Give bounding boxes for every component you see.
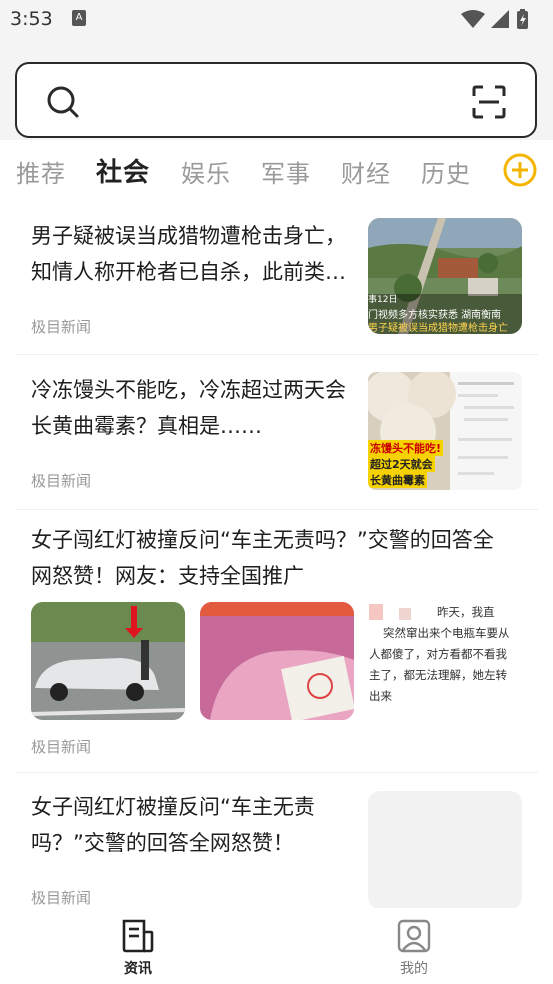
category-tabs: 推荐 社会 娱乐 军事 财经 历史	[0, 140, 553, 200]
divider	[16, 509, 538, 510]
thumb-caption: 长黄曲霉素	[368, 472, 427, 488]
scan-icon[interactable]	[471, 84, 507, 120]
status-bar: 3:53 A	[0, 0, 553, 40]
divider	[16, 354, 538, 355]
news-title: 女子闯红灯被撞反问“车主无责吗？”交警的回答全 网怒赞！网友：支持全国推广	[31, 528, 494, 588]
divider	[16, 772, 538, 773]
news-image[interactable]	[31, 602, 185, 720]
status-time: 3:53	[10, 8, 53, 30]
newspaper-icon	[122, 919, 154, 953]
search-box[interactable]	[15, 62, 537, 138]
nav-me-label: 我的	[400, 961, 428, 977]
news-source: 极目新闻	[31, 889, 92, 907]
news-item[interactable]: 冷冻馒头不能吃，冷冻超过两天会 长黄曲霉素？真相是…… 极目新闻 冻馒头不能吃!…	[16, 372, 538, 508]
tab-society[interactable]: 社会	[96, 152, 150, 189]
news-thumbnail[interactable]: 冻馒头不能吃! 超过2天就会 长黄曲霉素	[368, 372, 522, 490]
street-car-image	[31, 602, 185, 720]
screenshot-text: 昨天，我直 突然窜出来个电瓶车要从 人都傻了，对方看都不看我 主了，都无法理解，…	[369, 605, 510, 703]
news-thumbnail[interactable]: 事12日 门视频多方核实获悉 湖南衡南 男子疑被误当成猎物遭枪击身亡	[368, 218, 522, 334]
nav-news[interactable]: 资讯	[98, 918, 178, 978]
thumb-caption: 男子疑被误当成猎物遭枪击身亡	[368, 323, 508, 334]
thumb-caption: 超过2天就会	[368, 456, 435, 472]
system-status-icons	[461, 9, 528, 29]
search-icon[interactable]	[45, 84, 81, 120]
profile-icon	[397, 919, 431, 953]
news-item[interactable]: 男子疑被误当成猎物遭枪击身亡， 知情人称开枪者已自杀，此前类… 极目新闻 事12…	[16, 218, 538, 354]
hand-paper-image	[200, 602, 354, 720]
news-item[interactable]: 女子闯红灯被撞反问“车主无责吗？”交警的回答全 网怒赞！网友：支持全国推广 昨天…	[16, 522, 538, 772]
news-item[interactable]: 女子闯红灯被撞反问“车主无责 吗？”交警的回答全网怒赞！ 极目新闻	[16, 789, 538, 908]
news-source: 极目新闻	[31, 738, 92, 756]
signal-icon	[491, 10, 509, 28]
tab-finance[interactable]: 财经	[341, 154, 391, 189]
notification-a-icon: A	[72, 10, 86, 26]
nav-me[interactable]: 我的	[374, 918, 454, 978]
wifi-icon	[461, 10, 485, 28]
news-image[interactable]	[200, 602, 354, 720]
tab-military[interactable]: 军事	[261, 154, 311, 189]
add-channel-icon[interactable]	[502, 152, 538, 188]
news-title: 冷冻馒头不能吃，冷冻超过两天会 长黄曲霉素？真相是……	[31, 378, 346, 438]
tab-recommend[interactable]: 推荐	[16, 154, 66, 189]
news-thumbnail-placeholder[interactable]	[368, 791, 522, 908]
news-source: 极目新闻	[31, 472, 92, 490]
bottom-nav: 资讯 我的	[0, 908, 553, 984]
thumb-caption: 冻馒头不能吃!	[368, 440, 444, 456]
tab-entertainment[interactable]: 娱乐	[181, 154, 231, 189]
search-header	[0, 40, 553, 140]
thumb-caption: 事12日	[368, 295, 398, 305]
news-feed[interactable]: 男子疑被误当成猎物遭枪击身亡， 知情人称开枪者已自杀，此前类… 极目新闻 事12…	[0, 200, 553, 908]
nav-news-label: 资讯	[124, 961, 152, 977]
tab-history[interactable]: 历史	[421, 154, 471, 189]
news-image[interactable]: 昨天，我直 突然窜出来个电瓶车要从 人都傻了，对方看都不看我 主了，都无法理解，…	[369, 602, 523, 720]
news-source: 极目新闻	[31, 318, 92, 336]
news-title: 男子疑被误当成猎物遭枪击身亡， 知情人称开枪者已自杀，此前类…	[31, 224, 346, 284]
news-title: 女子闯红灯被撞反问“车主无责 吗？”交警的回答全网怒赞！	[31, 795, 315, 855]
search-input[interactable]	[97, 82, 467, 122]
